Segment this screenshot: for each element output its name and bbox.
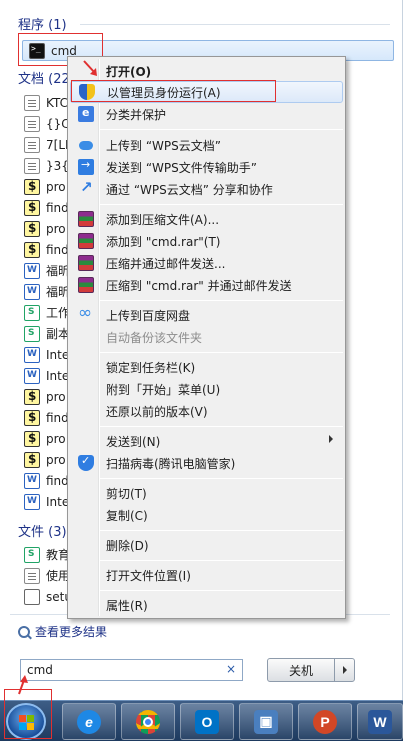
menu-separator [100, 590, 343, 591]
word-doc-icon [24, 367, 40, 384]
annotation-arrow-icon [83, 60, 97, 76]
menu-item-copy[interactable]: 复制(C) [70, 504, 343, 526]
taskbar-outlook[interactable]: O [180, 703, 234, 740]
category-files[interactable]: 文件 (3) [18, 521, 67, 540]
cmd-icon [29, 42, 45, 59]
generic-file-icon [24, 588, 40, 605]
cloud-upload-icon [78, 137, 94, 153]
search-input[interactable]: cmd × [20, 659, 243, 681]
powershell-icon [24, 451, 40, 468]
taskbar-chrome[interactable] [121, 703, 175, 740]
shutdown-button-group: 关机 [267, 658, 355, 682]
menu-item-upload-wps[interactable]: 上传到 “WPS云文档” [70, 134, 343, 156]
taskbar: e O ▣ P W [0, 700, 403, 741]
menu-item-add-archive[interactable]: 添加到压缩文件(A)... [70, 208, 343, 230]
word-doc-icon [24, 283, 40, 300]
submenu-arrow-icon [329, 435, 333, 443]
text-file-icon [24, 136, 40, 153]
start-button[interactable] [6, 703, 46, 740]
menu-separator [100, 426, 343, 427]
powershell-icon [24, 409, 40, 426]
winrar-icon [78, 211, 94, 227]
powershell-icon [24, 430, 40, 447]
menu-separator [100, 129, 343, 130]
clear-search-icon[interactable]: × [226, 662, 236, 676]
menu-separator [100, 560, 343, 561]
shutdown-options-button[interactable] [335, 659, 354, 681]
context-menu: 打开(O) 以管理员身份运行(A) 分类并保护 上传到 “WPS云文档” 发送到… [67, 56, 346, 619]
annotation-arrow-icon [18, 675, 28, 695]
menu-item-pin-taskbar[interactable]: 锁定到任务栏(K) [70, 356, 343, 378]
powershell-icon [24, 178, 40, 195]
word-doc-icon [24, 493, 40, 510]
send-icon [78, 158, 94, 175]
menu-item-scan-virus[interactable]: 扫描病毒(腾讯电脑管家) [70, 452, 343, 474]
powerpoint-icon: P [313, 709, 337, 734]
outlook-icon: O [195, 709, 219, 734]
menu-item-upload-baidu[interactable]: 上传到百度网盘 [70, 303, 343, 326]
menu-item-auto-backup[interactable]: 自动备份该文件夹 [70, 326, 343, 348]
menu-item-send-wps-helper[interactable]: 发送到 “WPS文件传输助手” [70, 156, 343, 178]
menu-separator [100, 478, 343, 479]
taskbar-word[interactable]: W [357, 703, 403, 740]
chevron-right-icon [342, 666, 347, 674]
powershell-icon [24, 388, 40, 405]
menu-item-compress-email[interactable]: 压缩并通过邮件发送... [70, 252, 343, 274]
menu-separator [100, 204, 343, 205]
shutdown-button[interactable]: 关机 [268, 659, 335, 681]
remote-desktop-icon: ▣ [254, 709, 278, 734]
category-documents[interactable]: 文档 (22 [18, 68, 70, 87]
menu-separator [100, 530, 343, 531]
tencent-shield-icon [78, 454, 94, 471]
menu-item-delete[interactable]: 删除(D) [70, 534, 343, 556]
text-file-icon [24, 157, 40, 174]
powershell-icon [24, 199, 40, 216]
menu-separator [100, 352, 343, 353]
divider [80, 24, 390, 25]
taskbar-internet-explorer[interactable]: e [62, 703, 116, 740]
search-icon [18, 625, 30, 638]
menu-item-open[interactable]: 打开(O) [70, 60, 343, 82]
internet-explorer-icon: e [77, 709, 101, 734]
text-file-icon [24, 94, 40, 111]
winrar-icon [78, 255, 94, 271]
menu-item-share-wps[interactable]: 通过 “WPS云文档” 分享和协作 [70, 178, 343, 200]
winrar-icon [78, 233, 94, 249]
share-icon [78, 178, 94, 197]
taskbar-remote-desktop[interactable]: ▣ [239, 703, 293, 740]
menu-item-compress-cmd-rar-email[interactable]: 压缩到 "cmd.rar" 并通过邮件发送 [70, 274, 343, 296]
spreadsheet-icon [24, 546, 40, 563]
menu-item-restore-previous[interactable]: 还原以前的版本(V) [70, 400, 343, 422]
powershell-icon [24, 241, 40, 258]
menu-item-open-location[interactable]: 打开文件位置(I) [70, 564, 343, 586]
classify-icon [78, 106, 94, 122]
menu-item-classify-protect[interactable]: 分类并保护 [70, 103, 343, 125]
word-doc-icon [24, 346, 40, 363]
menu-item-cut[interactable]: 剪切(T) [70, 482, 343, 504]
category-programs[interactable]: 程序 (1) [18, 14, 67, 33]
menu-item-pin-start[interactable]: 附到「开始」菜单(U) [70, 378, 343, 400]
baidu-netdisk-icon [78, 303, 94, 323]
windows-logo-icon [19, 715, 26, 722]
word-doc-icon [24, 472, 40, 489]
shield-icon [79, 84, 95, 100]
menu-item-properties[interactable]: 属性(R) [70, 594, 343, 616]
word-doc-icon [24, 262, 40, 279]
winrar-icon [78, 277, 94, 293]
word-icon: W [368, 709, 392, 734]
spreadsheet-icon [24, 325, 40, 342]
text-file-icon [24, 115, 40, 132]
taskbar-powerpoint[interactable]: P [298, 703, 352, 740]
menu-separator [100, 300, 343, 301]
spreadsheet-icon [24, 304, 40, 321]
search-input-value: cmd [27, 663, 53, 677]
menu-item-add-cmd-rar[interactable]: 添加到 "cmd.rar"(T) [70, 230, 343, 252]
see-more-results-link[interactable]: 查看更多结果 [18, 623, 107, 640]
menu-item-send-to[interactable]: 发送到(N) [70, 430, 343, 452]
chrome-icon [136, 709, 160, 734]
powershell-icon [24, 220, 40, 237]
text-file-icon [24, 567, 40, 584]
menu-item-run-as-admin[interactable]: 以管理员身份运行(A) [70, 81, 343, 103]
